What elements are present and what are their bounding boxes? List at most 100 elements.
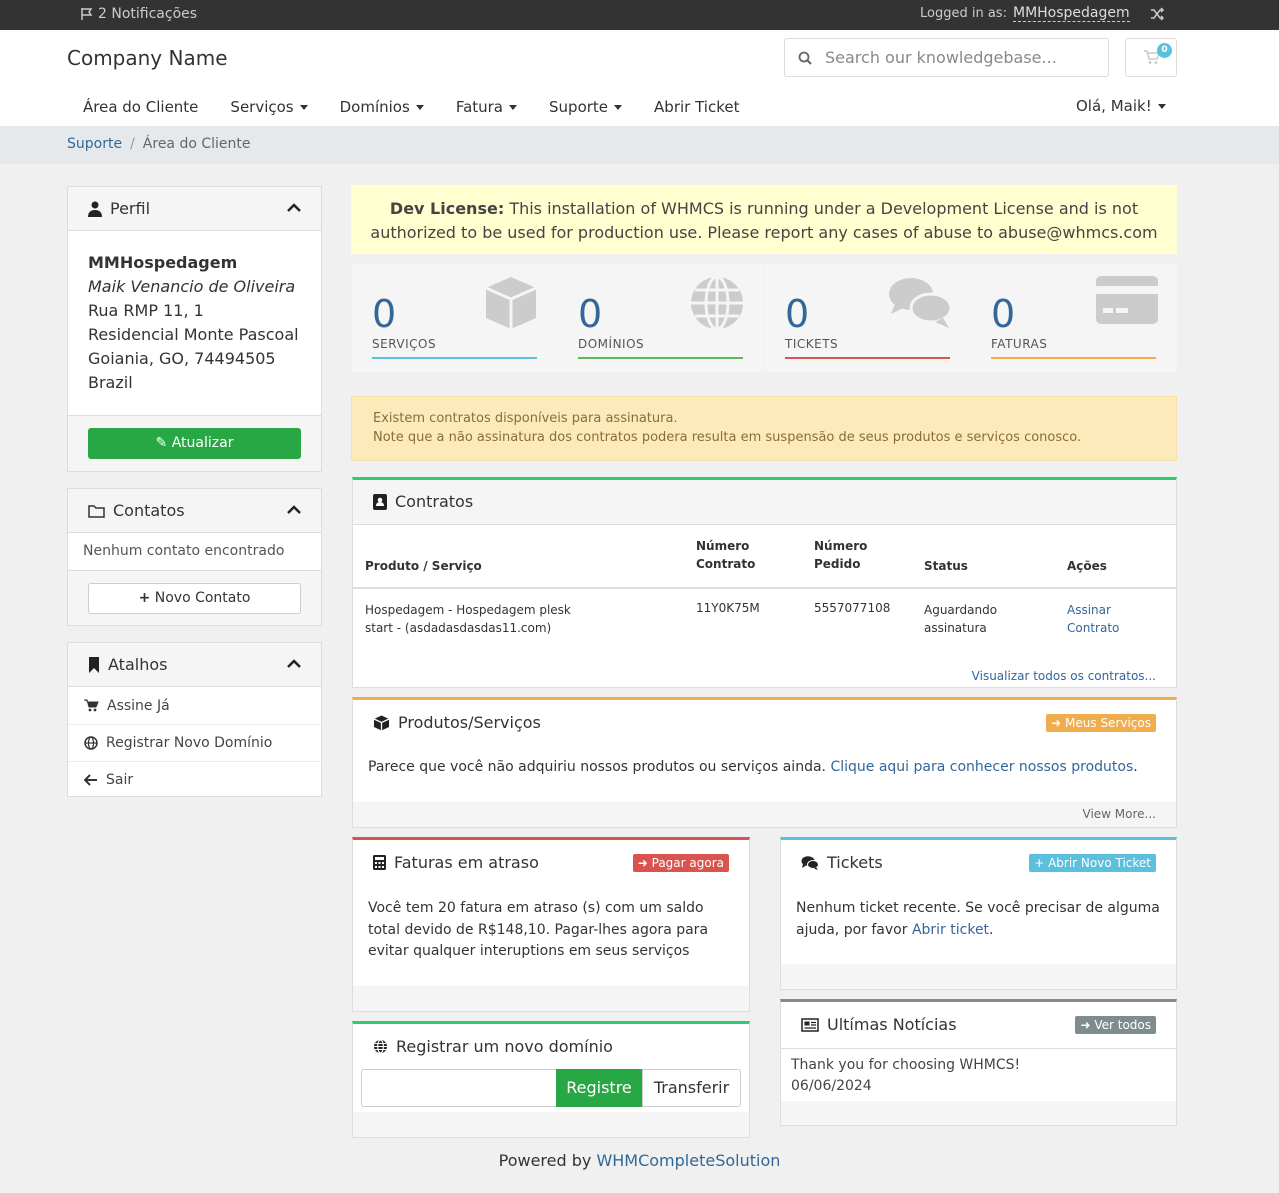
chevron-up-icon[interactable] [287, 505, 301, 515]
products-panel: Produtos/Serviços ➜ Meus Serviços Parece… [352, 697, 1177, 828]
domain-title-wrap: Registrar um novo domínio [373, 1037, 613, 1056]
user-menu[interactable]: Olá, Maik! [1076, 97, 1166, 115]
contacts-card: Contatos Nenhum contato encontrado + Nov… [67, 488, 322, 626]
contracts-warning: Existem contratos disponíveis para assin… [351, 396, 1177, 461]
tickets-text-wrap: Nenhum ticket recente. Se você precisar … [796, 898, 1166, 941]
greeting-label: Olá, Maik! [1076, 97, 1152, 115]
logged-in-username[interactable]: MMHospedagem [1013, 5, 1130, 22]
newspaper-icon [801, 1017, 819, 1032]
pay-now-button[interactable]: ➜ Pagar agora [632, 854, 729, 872]
my-services-button[interactable]: ➜ Meus Serviços [1046, 714, 1156, 732]
column-header: Número Pedido [814, 539, 868, 571]
shuffle-icon[interactable] [1150, 7, 1165, 25]
open-new-ticket-button[interactable]: + Abrir Novo Ticket [1029, 854, 1156, 872]
open-ticket-link[interactable]: Abrir ticket [912, 922, 989, 938]
tile-count: 0 [578, 292, 603, 336]
shortcut-label: Registrar Novo Domínio [106, 735, 273, 751]
shortcut-label: Sair [106, 772, 134, 788]
column-header: Número Contrato [696, 539, 756, 571]
invoices-title: Faturas em atraso [394, 853, 539, 872]
new-contact-label: Novo Contato [154, 590, 251, 606]
tile-domains[interactable]: 0 DOMÍNIOS [558, 264, 764, 372]
nav-open-ticket[interactable]: Abrir Ticket [654, 98, 739, 116]
breadcrumb-bar: Suporte / Área do Cliente [0, 126, 1279, 164]
footer-prefix: Powered by [498, 1151, 592, 1170]
tile-services[interactable]: 0 SERVIÇOS [352, 264, 558, 372]
tile-label: SERVIÇOS [372, 337, 437, 351]
invoices-footer [353, 986, 749, 1011]
view-all-news-label: Ver todos [1094, 1018, 1151, 1032]
nav-billing[interactable]: Fatura [455, 98, 518, 116]
nav-label: Serviços [230, 98, 294, 116]
new-contact-button[interactable]: + Novo Contato [88, 583, 301, 614]
news-title: Ultímas Notícias [827, 1015, 957, 1034]
caret-down-icon [299, 104, 308, 110]
notifications-label: 2 Notificações [98, 6, 198, 22]
column-header: Status [924, 559, 968, 573]
transfer-domain-button[interactable]: Transferir [642, 1069, 741, 1107]
invoices-title-wrap: Faturas em atraso [373, 853, 539, 872]
shortcut-register-domain[interactable]: Registrar Novo Domínio [68, 724, 321, 761]
tile-tickets[interactable]: 0 TICKETS [765, 264, 971, 372]
view-all-news-button[interactable]: ➜ Ver todos [1075, 1016, 1156, 1034]
profile-city: Goiania, GO, 74494505 [88, 349, 276, 368]
globe-icon [691, 275, 743, 331]
breadcrumb-link-support[interactable]: Suporte [67, 136, 122, 152]
contacts-title: Contatos [113, 501, 185, 520]
contacts-card-header[interactable]: Contatos [68, 489, 321, 533]
shortcut-order-now[interactable]: Assine Já [68, 687, 321, 724]
chevron-up-icon[interactable] [287, 203, 301, 213]
products-title: Produtos/Serviços [398, 713, 541, 732]
view-all-contracts-link[interactable]: Visualizar todos os contratos... [972, 669, 1156, 683]
tickets-title: Tickets [827, 853, 883, 872]
shortcuts-title: Atalhos [108, 655, 168, 674]
search-input[interactable] [825, 48, 1095, 67]
breadcrumb-separator: / [130, 136, 135, 152]
profile-card-header[interactable]: Perfil [68, 187, 321, 231]
profile-address: MMHospedagem Maik Venancio de Oliveira R… [68, 231, 321, 395]
domain-input[interactable] [361, 1069, 556, 1107]
nav-services[interactable]: Serviços [230, 98, 308, 116]
tile-invoices[interactable]: 0 FATURAS [971, 264, 1177, 372]
products-text: Parece que você não adquiriu nossos prod… [368, 759, 826, 775]
contracts-title: Contratos [395, 492, 474, 511]
pencil-icon: ✎ [155, 435, 168, 451]
shortcut-logout[interactable]: Sair [68, 761, 321, 798]
chevron-up-icon[interactable] [287, 659, 301, 669]
company-logo[interactable]: Company Name [67, 46, 228, 70]
nav-label: Fatura [455, 98, 504, 116]
register-domain-button[interactable]: Registre [556, 1069, 642, 1107]
cart-button[interactable]: 0 [1125, 38, 1177, 77]
cell-order-number: 5557077108 [814, 601, 891, 615]
nav-domains[interactable]: Domínios [340, 98, 424, 116]
profile-address-line2: Residencial Monte Pascoal [88, 325, 299, 344]
sign-contract-link[interactable]: Assinar Contrato [1067, 603, 1119, 635]
notifications-link[interactable]: 2 Notificações [80, 6, 197, 22]
domain-title: Registrar um novo domínio [396, 1037, 613, 1056]
news-item[interactable]: Thank you for choosing WHMCS! 06/06/2024 [781, 1048, 1176, 1103]
pay-now-label: Pagar agora [651, 856, 724, 870]
arrow-left-icon [84, 774, 97, 786]
news-item-date: 06/06/2024 [791, 1078, 872, 1094]
footer: Powered by WHMCompleteSolution [0, 1151, 1279, 1170]
comments-icon [889, 278, 953, 328]
view-more-link[interactable]: View More... [1083, 807, 1156, 821]
profile-country: Brazil [88, 373, 133, 392]
nav-support[interactable]: Suporte [549, 98, 623, 116]
products-link[interactable]: Clique aqui para conhecer nossos produto… [830, 759, 1133, 775]
nav-label: Domínios [339, 98, 410, 116]
profile-name: Maik Venancio de Oliveira [88, 277, 296, 296]
nav-client-area[interactable]: Área do Cliente [83, 98, 198, 116]
caret-down-icon [509, 104, 518, 110]
main-nav: Área do Cliente Serviços Domínios Fatura… [67, 95, 755, 119]
plus-icon: + [138, 590, 151, 606]
tile-bar [991, 357, 1156, 359]
products-footer: View More... [353, 802, 1176, 827]
column-header: Produto / Serviço [365, 559, 482, 573]
footer-link[interactable]: WHMCompleteSolution [596, 1151, 780, 1170]
register-domain-panel: Registrar um novo domínio Registre Trans… [352, 1021, 750, 1138]
caret-down-icon [415, 104, 424, 110]
shortcuts-card-header[interactable]: Atalhos [68, 643, 321, 687]
overdue-invoices-panel: Faturas em atraso ➜ Pagar agora Você tem… [352, 837, 750, 1012]
update-profile-button[interactable]: ✎ Atualizar [88, 428, 301, 459]
